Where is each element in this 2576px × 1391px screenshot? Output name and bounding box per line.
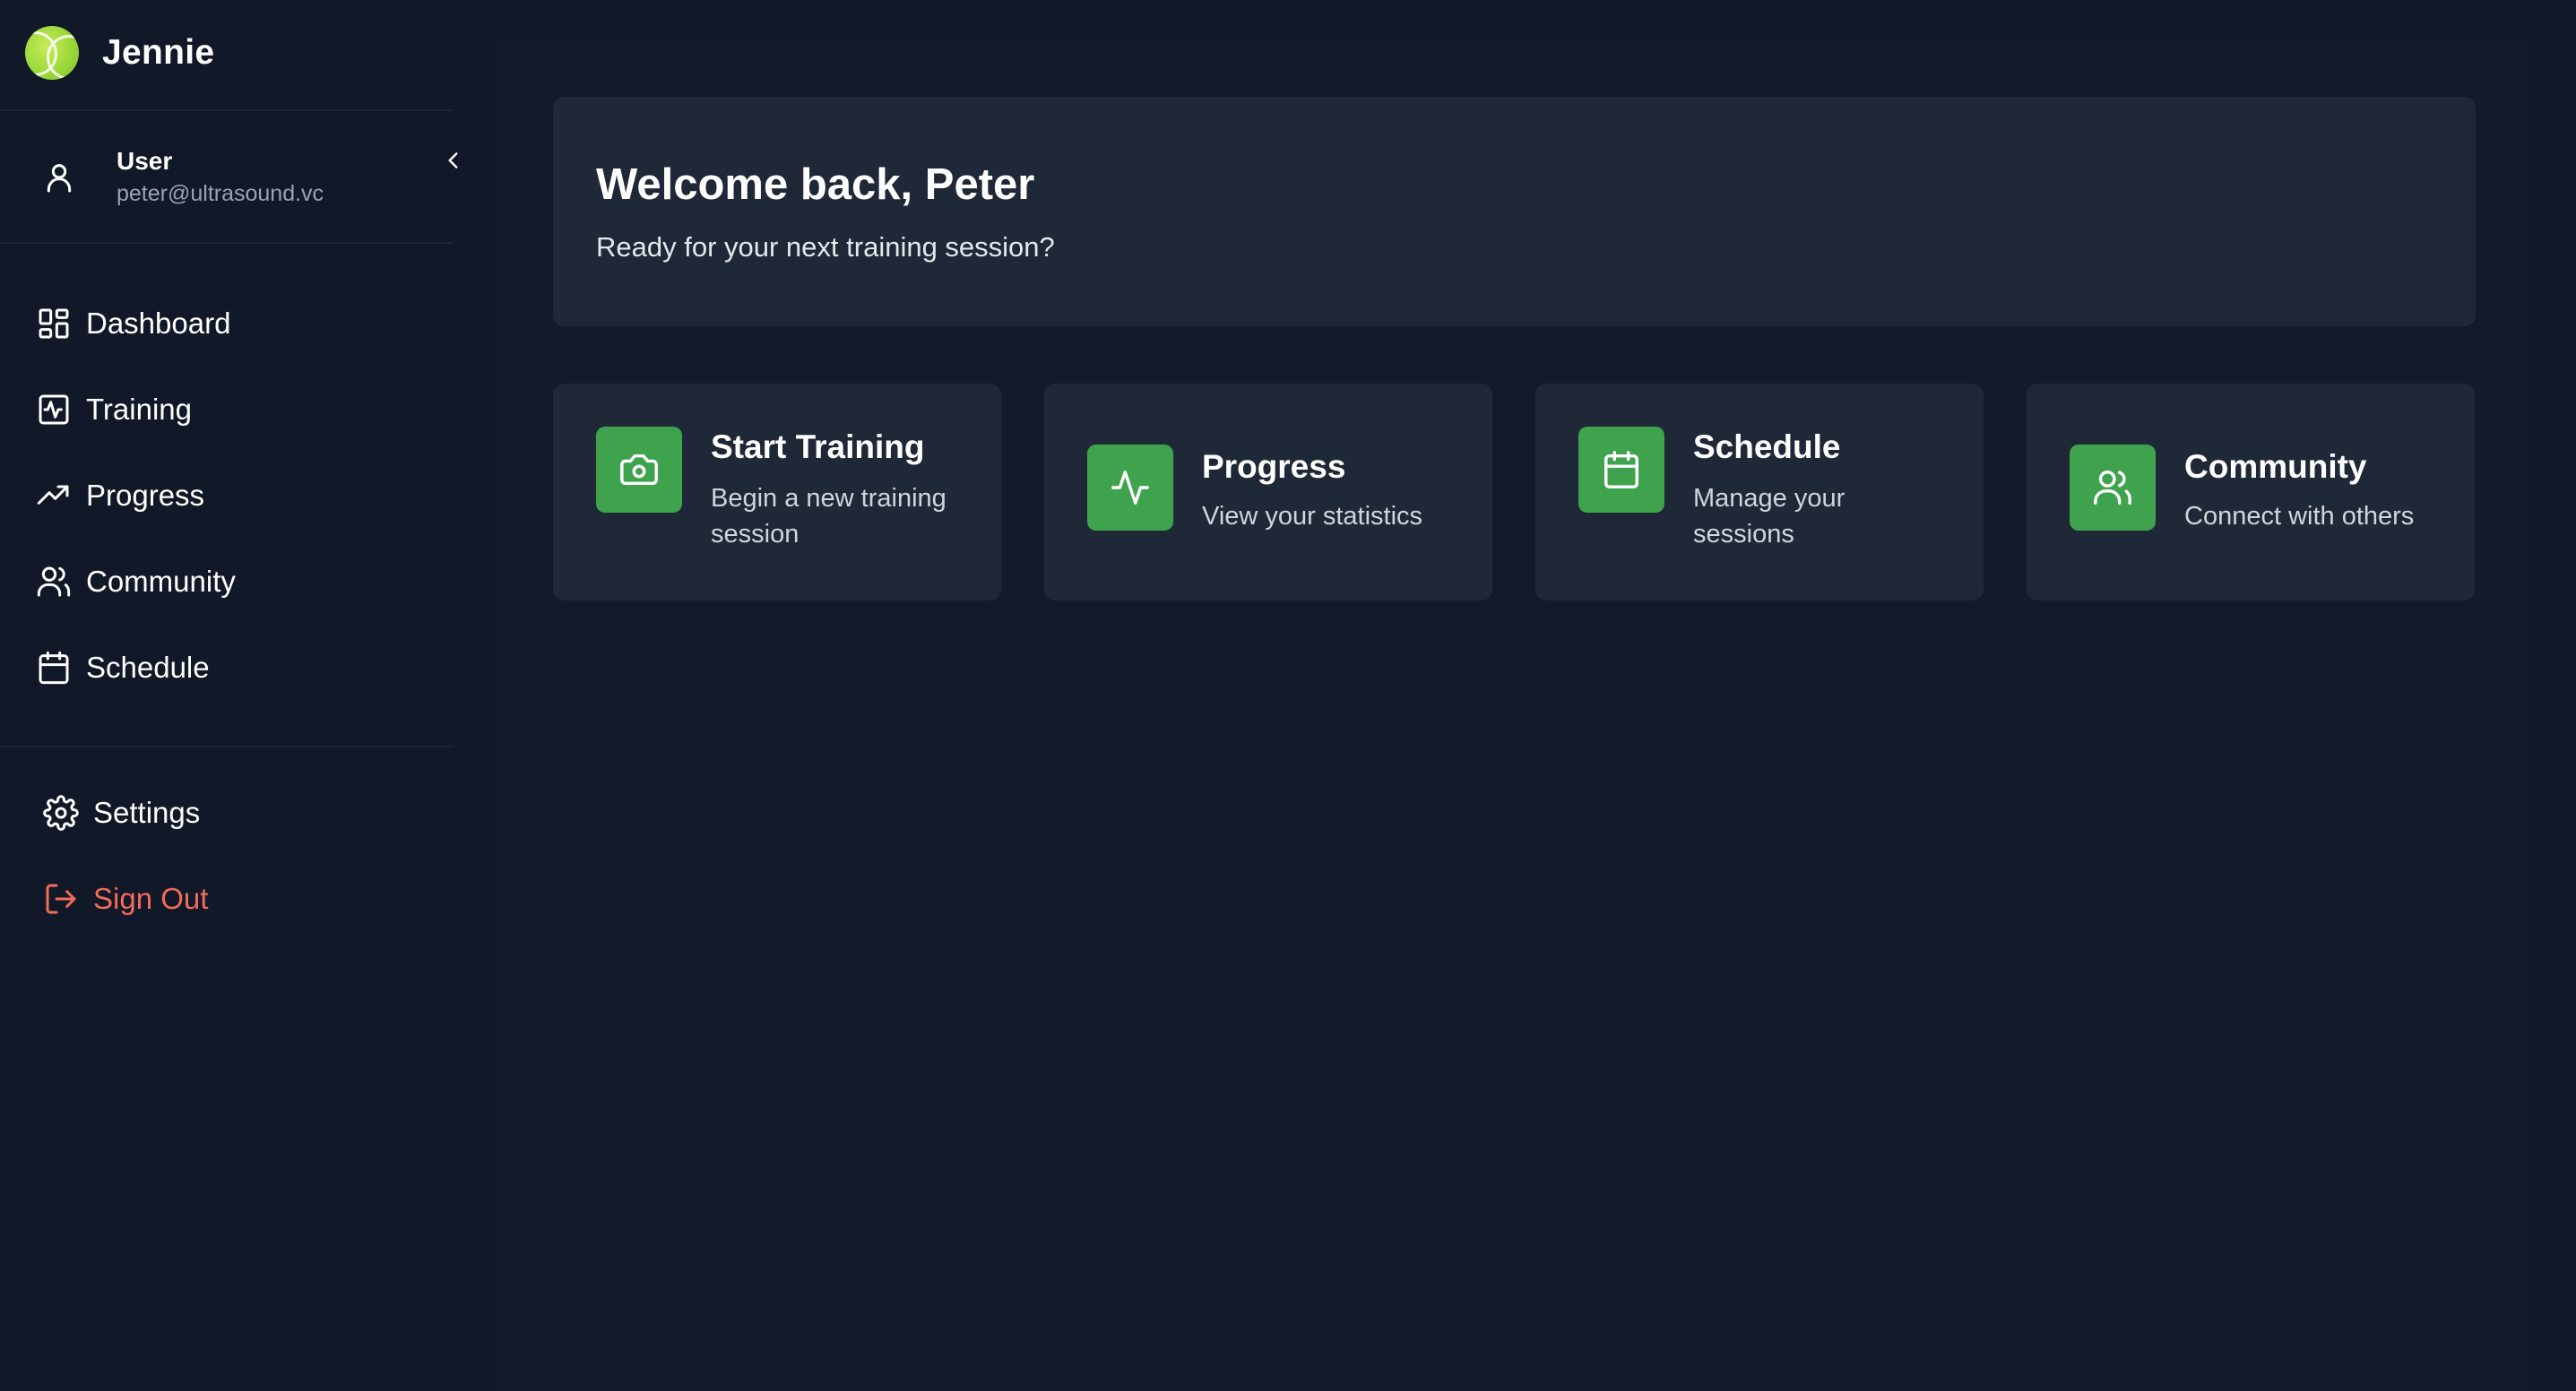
welcome-banner: Welcome back, Peter Ready for your next … <box>553 97 2476 326</box>
card-description: Manage your sessions <box>1693 484 1846 549</box>
card-description: Begin a new training session <box>711 484 947 549</box>
card-title: Community <box>2184 448 2367 485</box>
collapse-sidebar-button[interactable] <box>437 143 471 177</box>
user-name: User <box>117 147 173 175</box>
welcome-subtitle: Ready for your next training session? <box>596 231 1055 263</box>
trending-up-icon <box>37 485 69 505</box>
community-card[interactable]: Community Connect with others <box>2027 384 2475 600</box>
schedule-card[interactable]: Schedule Manage your sessions <box>1535 384 1984 600</box>
dashboard-icon <box>39 308 69 339</box>
nav-label: Community <box>86 565 236 598</box>
start-training-card[interactable]: Start Training Begin a new training sess… <box>553 384 1001 600</box>
nav-label: Sign Out <box>93 882 209 915</box>
calendar-icon <box>1578 427 1664 513</box>
chevron-left-icon <box>448 152 458 168</box>
brand[interactable]: Jennie <box>25 25 214 81</box>
nav-label: Progress <box>86 479 205 512</box>
activity-icon <box>1087 445 1173 531</box>
bottom-nav: Settings Sign Out <box>43 787 437 959</box>
tennis-ball-logo <box>25 26 79 80</box>
users-icon <box>2070 445 2156 531</box>
card-description: View your statistics <box>1202 502 1423 531</box>
nav-label: Training <box>86 393 192 426</box>
nav-label: Settings <box>93 796 201 829</box>
nav-item-schedule[interactable]: Schedule <box>36 642 430 694</box>
brand-name: Jennie <box>102 33 215 72</box>
main-nav: Dashboard Training Progress Community Sc… <box>36 298 430 728</box>
card-title: Progress <box>1202 448 1346 485</box>
divider <box>0 242 453 244</box>
gear-icon <box>43 795 79 831</box>
quick-actions: Start Training Begin a new training sess… <box>553 384 2476 600</box>
activity-square-icon <box>39 394 69 425</box>
nav-item-community[interactable]: Community <box>36 556 430 608</box>
users-icon <box>37 566 71 597</box>
nav-label: Dashboard <box>86 307 231 340</box>
divider <box>0 746 453 747</box>
nav-item-training[interactable]: Training <box>36 384 430 436</box>
main-content: Welcome back, Peter Ready for your next … <box>496 38 2530 1391</box>
nav-label: Schedule <box>86 651 210 684</box>
card-title: Start Training <box>711 428 925 465</box>
divider <box>0 109 453 111</box>
user-email: peter@ultrasound.vc <box>117 181 324 206</box>
sign-out-icon <box>46 884 76 914</box>
nav-item-settings[interactable]: Settings <box>43 787 437 839</box>
nav-item-progress[interactable]: Progress <box>36 470 430 522</box>
user-profile[interactable]: User peter@ultrasound.vc <box>36 143 457 215</box>
user-icon <box>47 164 72 193</box>
calendar-icon <box>39 651 69 685</box>
sidebar: Jennie User peter@ultrasound.vc Dashboar… <box>0 0 458 1391</box>
card-description: Connect with others <box>2184 502 2415 531</box>
page-title: Welcome back, Peter <box>596 160 1035 209</box>
app-root: Jennie User peter@ultrasound.vc Dashboar… <box>0 0 2576 1391</box>
card-title: Schedule <box>1693 428 1841 465</box>
camera-icon <box>596 427 682 513</box>
progress-card[interactable]: Progress View your statistics <box>1044 384 1492 600</box>
sign-out-button[interactable]: Sign Out <box>43 873 437 925</box>
nav-item-dashboard[interactable]: Dashboard <box>36 298 430 350</box>
